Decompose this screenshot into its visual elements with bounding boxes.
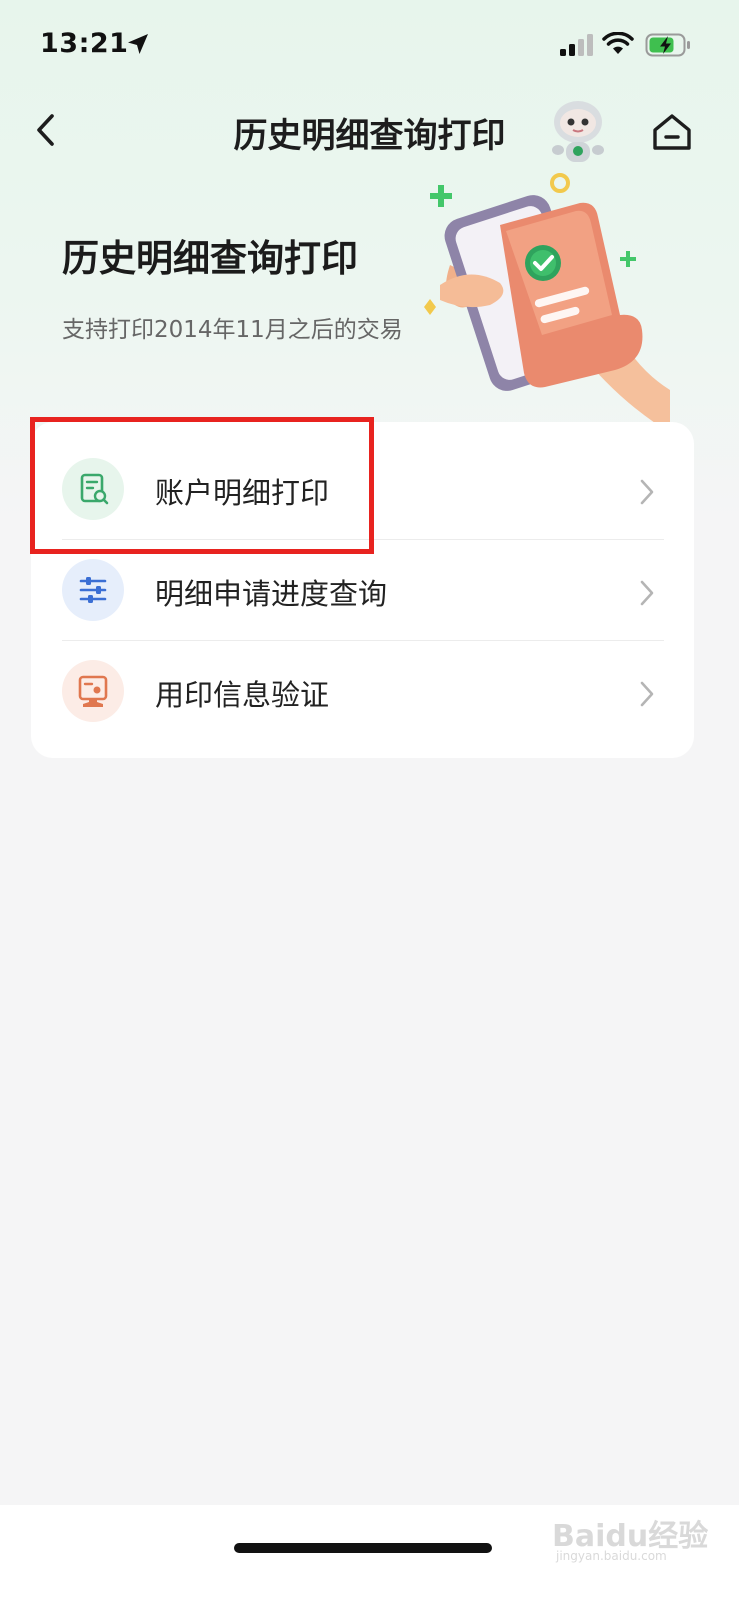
sliders-icon xyxy=(62,559,124,621)
robot-assistant-icon[interactable] xyxy=(540,92,616,168)
page-title: 历史明细查询打印 xyxy=(233,116,506,156)
baidu-watermark: Baidu经验 jingyan.baidu.com xyxy=(552,1503,722,1573)
watermark-subtext: jingyan.baidu.com xyxy=(556,1549,667,1563)
menu-item-label: 明细申请进度查询 xyxy=(155,577,388,611)
cellular-signal-icon xyxy=(560,34,593,56)
menu-item-label: 用印信息验证 xyxy=(155,678,330,712)
status-bar: 13:21 xyxy=(0,0,739,90)
chevron-right-icon xyxy=(640,479,654,505)
location-arrow-icon xyxy=(128,34,148,54)
battery-charging-icon xyxy=(645,33,690,57)
highlight-annotation-box xyxy=(30,417,374,554)
chevron-right-icon xyxy=(640,580,654,606)
wifi-icon xyxy=(602,32,634,54)
back-chevron-icon[interactable] xyxy=(30,110,60,150)
phone-receipt-illustration xyxy=(424,173,670,423)
home-indicator[interactable] xyxy=(234,1543,492,1553)
status-time: 13:21 xyxy=(40,28,129,59)
home-icon[interactable] xyxy=(650,110,694,154)
hero-title: 历史明细查询打印 xyxy=(62,237,358,280)
seal-stamp-icon xyxy=(62,660,124,722)
chevron-right-icon xyxy=(640,681,654,707)
menu-item-seal-verification[interactable]: 用印信息验证 xyxy=(31,624,694,724)
hero-subtitle: 支持打印2014年11月之后的交易 xyxy=(62,317,403,343)
